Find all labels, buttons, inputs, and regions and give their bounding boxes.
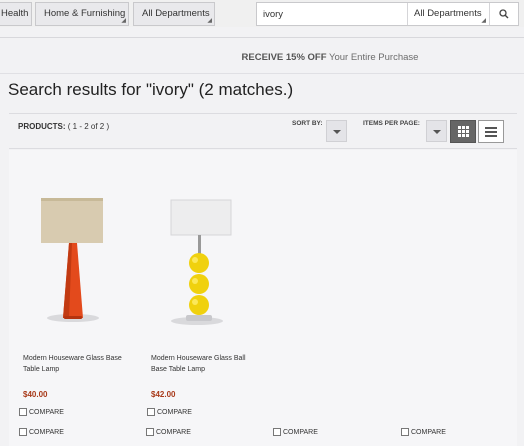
nav-tab-label: Home & Furnishing bbox=[44, 8, 126, 19]
compare-label: COMPARE bbox=[29, 428, 64, 436]
search-input[interactable] bbox=[257, 3, 407, 25]
product-name[interactable]: Modern Houseware Glass Ball Base Table L… bbox=[151, 353, 261, 375]
product-name[interactable]: Modern Houseware Glass Base Table Lamp bbox=[23, 353, 133, 375]
product-image[interactable] bbox=[9, 190, 129, 335]
resize-corner-icon: ◢ bbox=[481, 18, 486, 24]
checkbox-icon bbox=[401, 428, 409, 436]
promo-banner: RECEIVE 15% OFF Your Entire Purchase bbox=[0, 52, 524, 63]
products-label: PRODUCTS: bbox=[18, 122, 66, 131]
products-range: ( 1 - 2 of 2 ) bbox=[65, 122, 110, 131]
checkbox-icon bbox=[273, 428, 281, 436]
search-department-select[interactable]: All Departments ◢ bbox=[407, 3, 489, 25]
nav-tab-health[interactable]: Health bbox=[0, 2, 32, 26]
nav-tab-label: All Departments bbox=[142, 8, 210, 19]
checkbox-icon bbox=[19, 428, 27, 436]
product-image[interactable] bbox=[137, 190, 257, 335]
compare-checkbox[interactable]: COMPARE bbox=[273, 428, 318, 436]
compare-label: COMPARE bbox=[157, 408, 192, 416]
compare-label: COMPARE bbox=[283, 428, 318, 436]
search-results-grid: Modern Houseware Glass Base Table Lamp $… bbox=[9, 150, 517, 446]
product-price: $42.00 bbox=[151, 390, 176, 399]
search-department-value: All Departments bbox=[414, 8, 482, 19]
checkbox-icon bbox=[19, 408, 27, 416]
compare-checkbox[interactable]: COMPARE bbox=[146, 428, 191, 436]
nav-tab-label: Health bbox=[1, 8, 29, 19]
compare-label: COMPARE bbox=[156, 428, 191, 436]
promo-bold-text: RECEIVE 15% OFF bbox=[241, 52, 327, 63]
checkbox-icon bbox=[146, 428, 154, 436]
header-divider bbox=[0, 37, 524, 38]
results-toolbar: PRODUCTS: ( 1 - 2 of 2 ) SORT BY: ITEMS … bbox=[9, 113, 517, 149]
promo-text: Your Entire Purchase bbox=[326, 52, 419, 63]
compare-checkbox[interactable]: COMPARE bbox=[401, 428, 446, 436]
nav-tab-all-departments[interactable]: All Departments ◢ bbox=[133, 2, 215, 26]
list-view-icon bbox=[485, 126, 497, 137]
product-card: Modern Houseware Glass Ball Base Table L… bbox=[137, 150, 257, 430]
resize-corner-icon: ◢ bbox=[121, 18, 126, 24]
top-navigation: Health Home & Furnishing ◢ All Departmen… bbox=[0, 0, 524, 27]
search-icon bbox=[499, 9, 509, 19]
compare-label: COMPARE bbox=[29, 408, 64, 416]
product-price: $40.00 bbox=[23, 390, 48, 399]
compare-label: COMPARE bbox=[411, 428, 446, 436]
compare-checkbox[interactable]: COMPARE bbox=[19, 428, 64, 436]
compare-checkbox[interactable]: COMPARE bbox=[147, 408, 192, 416]
compare-checkbox[interactable]: COMPARE bbox=[19, 408, 64, 416]
search-button[interactable] bbox=[489, 3, 518, 25]
resize-corner-icon: ◢ bbox=[207, 18, 212, 24]
product-card: Modern Houseware Glass Base Table Lamp $… bbox=[9, 150, 129, 430]
items-per-page-select[interactable] bbox=[426, 120, 447, 142]
grid-view-icon bbox=[457, 126, 469, 137]
page-title: Search results for "ivory" (2 matches.) bbox=[8, 80, 294, 99]
sort-by-select[interactable] bbox=[326, 120, 347, 142]
list-view-button[interactable] bbox=[478, 120, 504, 143]
items-per-page-label: ITEMS PER PAGE: bbox=[363, 120, 420, 127]
checkbox-icon bbox=[147, 408, 155, 416]
nav-tab-home-furnishing[interactable]: Home & Furnishing ◢ bbox=[35, 2, 129, 26]
sort-by-label: SORT BY: bbox=[292, 120, 323, 127]
products-count: PRODUCTS: ( 1 - 2 of 2 ) bbox=[18, 122, 109, 131]
grid-view-button[interactable] bbox=[450, 120, 476, 143]
promo-divider bbox=[0, 73, 524, 74]
search-bar: All Departments ◢ bbox=[256, 2, 519, 26]
